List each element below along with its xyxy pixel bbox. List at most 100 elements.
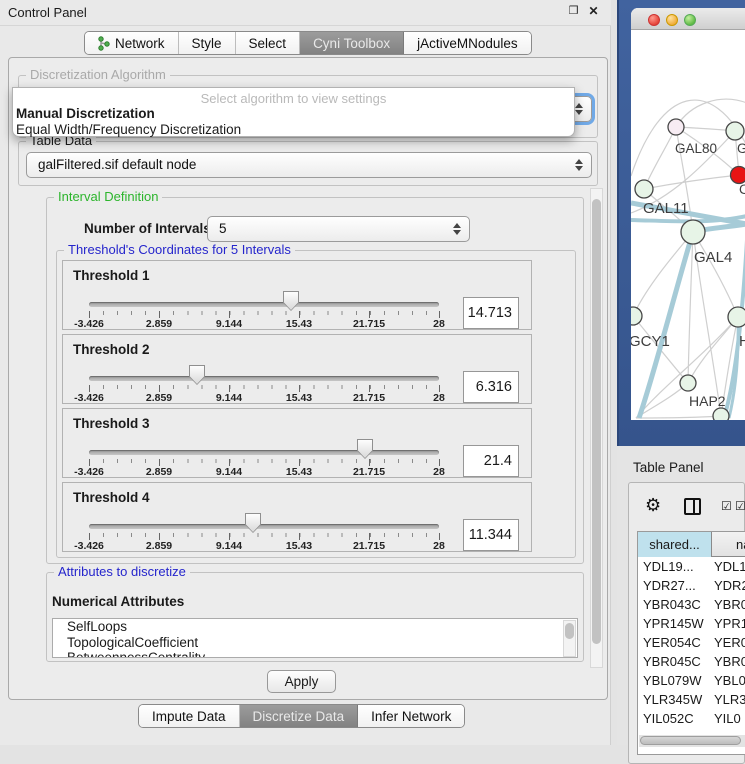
threshold-3-slider-track[interactable] bbox=[89, 450, 439, 455]
menu-item-manual-discretization[interactable]: Manual Discretization bbox=[13, 106, 574, 122]
table-row[interactable]: YBR045C YBR0 bbox=[638, 654, 745, 672]
cell[interactable]: YDR27... bbox=[643, 578, 696, 593]
node-red-selected[interactable] bbox=[731, 167, 745, 184]
cell[interactable]: YBL0 bbox=[714, 673, 745, 688]
attributes-scrollbar[interactable] bbox=[563, 620, 576, 657]
table-row[interactable]: YBL079W YBL0 bbox=[638, 673, 745, 691]
node-top-right[interactable] bbox=[726, 122, 744, 140]
label-gal80: GAL80 bbox=[675, 141, 717, 156]
float-window-icon[interactable]: ❒ bbox=[566, 4, 581, 19]
table-row[interactable]: YBR043C YBR0 bbox=[638, 597, 745, 615]
table-row[interactable]: YIL052C YIL0 bbox=[638, 711, 745, 729]
tab-impute-data[interactable]: Impute Data bbox=[139, 705, 240, 727]
cell[interactable]: YER0 bbox=[714, 635, 745, 650]
threshold-4-slider-track[interactable] bbox=[89, 524, 439, 529]
checkbox-icon[interactable]: ☑ bbox=[721, 499, 732, 513]
checkbox-icon[interactable]: ☑ bbox=[735, 499, 745, 513]
list-item-selfloops[interactable]: SelfLoops bbox=[53, 619, 577, 635]
threshold-2-value-field[interactable]: 6.316 bbox=[463, 371, 519, 403]
tab-infer-network[interactable]: Infer Network bbox=[358, 705, 464, 727]
list-item-betweennesscentrality[interactable]: BetweennessCentrality bbox=[53, 650, 577, 658]
tab-cyni-toolbox[interactable]: Cyni Toolbox bbox=[300, 32, 404, 54]
label-c-partial: C bbox=[739, 182, 745, 197]
threshold-3-slider-handle[interactable] bbox=[357, 439, 373, 459]
cell[interactable]: YIL0 bbox=[714, 711, 741, 726]
panel-scrollbar[interactable] bbox=[590, 188, 603, 668]
close-traffic-light-icon[interactable] bbox=[648, 14, 660, 26]
table-panel-area: Table Panel ⚙ ☑ ☑ shared... na YDL19...Y… bbox=[617, 446, 745, 745]
node-gal80[interactable] bbox=[668, 119, 684, 135]
cell[interactable]: YLR345W bbox=[643, 692, 702, 707]
num-intervals-combobox[interactable]: 5 bbox=[207, 216, 470, 242]
threshold-4-value-field[interactable]: 11.344 bbox=[463, 519, 519, 551]
table-row[interactable]: YLR345W YLR3 bbox=[638, 692, 745, 710]
menu-item-equal-width-frequency[interactable]: Equal Width/Frequency Discretization bbox=[13, 122, 574, 138]
zoom-traffic-light-icon[interactable] bbox=[684, 14, 696, 26]
cell[interactable]: YBR0 bbox=[714, 597, 745, 612]
node-bottom[interactable] bbox=[713, 408, 729, 420]
cell[interactable]: YDL1 bbox=[714, 559, 745, 574]
table-row[interactable]: YDL19... YDL1 bbox=[638, 559, 745, 577]
node-h[interactable] bbox=[728, 307, 745, 327]
cell[interactable]: YLR3 bbox=[714, 692, 745, 707]
table-horizontal-scrollbar[interactable] bbox=[639, 735, 745, 747]
tab-discretize-data[interactable]: Discretize Data bbox=[240, 705, 359, 727]
network-icon bbox=[98, 36, 110, 51]
node-gal4[interactable] bbox=[681, 220, 705, 244]
column-header-shared-name[interactable]: shared... bbox=[638, 532, 712, 557]
apply-button[interactable]: Apply bbox=[267, 670, 336, 693]
threshold-1-slider-handle[interactable] bbox=[283, 291, 299, 311]
label-hap2: HAP2 bbox=[689, 393, 726, 409]
threshold-4-panel: Threshold 4 -3.4262.8599.14415.4321.7152… bbox=[62, 482, 532, 552]
slider-major-ticks bbox=[89, 459, 440, 466]
control-panel: Control Panel ❒ ✕ Network Style Select C… bbox=[0, 0, 611, 745]
cell[interactable]: YDR2 bbox=[714, 578, 745, 593]
gear-icon[interactable]: ⚙ bbox=[645, 495, 661, 516]
tick-label: 28 bbox=[433, 540, 445, 552]
cell[interactable]: YBR045C bbox=[643, 654, 701, 669]
tab-style[interactable]: Style bbox=[179, 32, 236, 54]
threshold-3-value-field[interactable]: 21.4 bbox=[463, 445, 519, 477]
node-hap2[interactable] bbox=[680, 375, 696, 391]
tab-jactivemnodules[interactable]: jActiveMNodules bbox=[404, 32, 531, 54]
threshold-2-slider-track[interactable] bbox=[89, 376, 439, 381]
close-icon[interactable]: ✕ bbox=[586, 4, 601, 19]
cell[interactable]: YBR0 bbox=[714, 654, 745, 669]
tick-label: 9.144 bbox=[216, 318, 242, 330]
node-gal11[interactable] bbox=[635, 180, 653, 198]
cell[interactable]: YER054C bbox=[643, 635, 701, 650]
cell[interactable]: YPR1 bbox=[714, 616, 745, 631]
tick-label: -3.426 bbox=[74, 392, 104, 404]
threshold-1-value-field[interactable]: 14.713 bbox=[463, 297, 519, 329]
network-window-frame: GAL80 GA C GAL11 GAL4 GCY1 H HAP2 bbox=[617, 0, 745, 446]
spinner-icon bbox=[452, 222, 461, 236]
cell[interactable]: YBL079W bbox=[643, 673, 702, 688]
cell[interactable]: YIL052C bbox=[643, 711, 694, 726]
list-item-topologicalcoefficient[interactable]: TopologicalCoefficient bbox=[53, 635, 577, 651]
tick-label: 15.43 bbox=[286, 540, 312, 552]
tab-style-label: Style bbox=[192, 36, 222, 51]
cell[interactable]: YPR145W bbox=[643, 616, 704, 631]
tab-network[interactable]: Network bbox=[85, 32, 179, 54]
cell[interactable]: YBR043C bbox=[643, 597, 701, 612]
table-data-combobox[interactable]: galFiltered.sif default node bbox=[26, 152, 592, 178]
threshold-1-label: Threshold 1 bbox=[73, 268, 150, 283]
algorithm-dropdown-popup: Select algorithm to view settings Manual… bbox=[12, 87, 575, 137]
columns-icon[interactable] bbox=[684, 498, 701, 515]
threshold-2-slider-handle[interactable] bbox=[189, 365, 205, 385]
node-gcy1[interactable] bbox=[631, 307, 642, 325]
minimize-traffic-light-icon[interactable] bbox=[666, 14, 678, 26]
network-canvas[interactable]: GAL80 GA C GAL11 GAL4 GCY1 H HAP2 bbox=[631, 31, 745, 420]
tab-select[interactable]: Select bbox=[236, 32, 301, 54]
threshold-1-slider-track[interactable] bbox=[89, 302, 439, 307]
table-row[interactable]: YER054C YER0 bbox=[638, 635, 745, 653]
label-gal4: GAL4 bbox=[694, 249, 732, 266]
table-data-value: galFiltered.sif default node bbox=[38, 157, 196, 172]
panel-title: Control Panel bbox=[8, 5, 87, 20]
column-header-name[interactable]: na bbox=[736, 532, 745, 557]
threshold-4-slider-handle[interactable] bbox=[245, 513, 261, 533]
tick-label: 2.859 bbox=[146, 466, 172, 478]
cell[interactable]: YDL19... bbox=[643, 559, 694, 574]
table-row[interactable]: YPR145W YPR1 bbox=[638, 616, 745, 634]
table-row[interactable]: YDR27... YDR2 bbox=[638, 578, 745, 596]
